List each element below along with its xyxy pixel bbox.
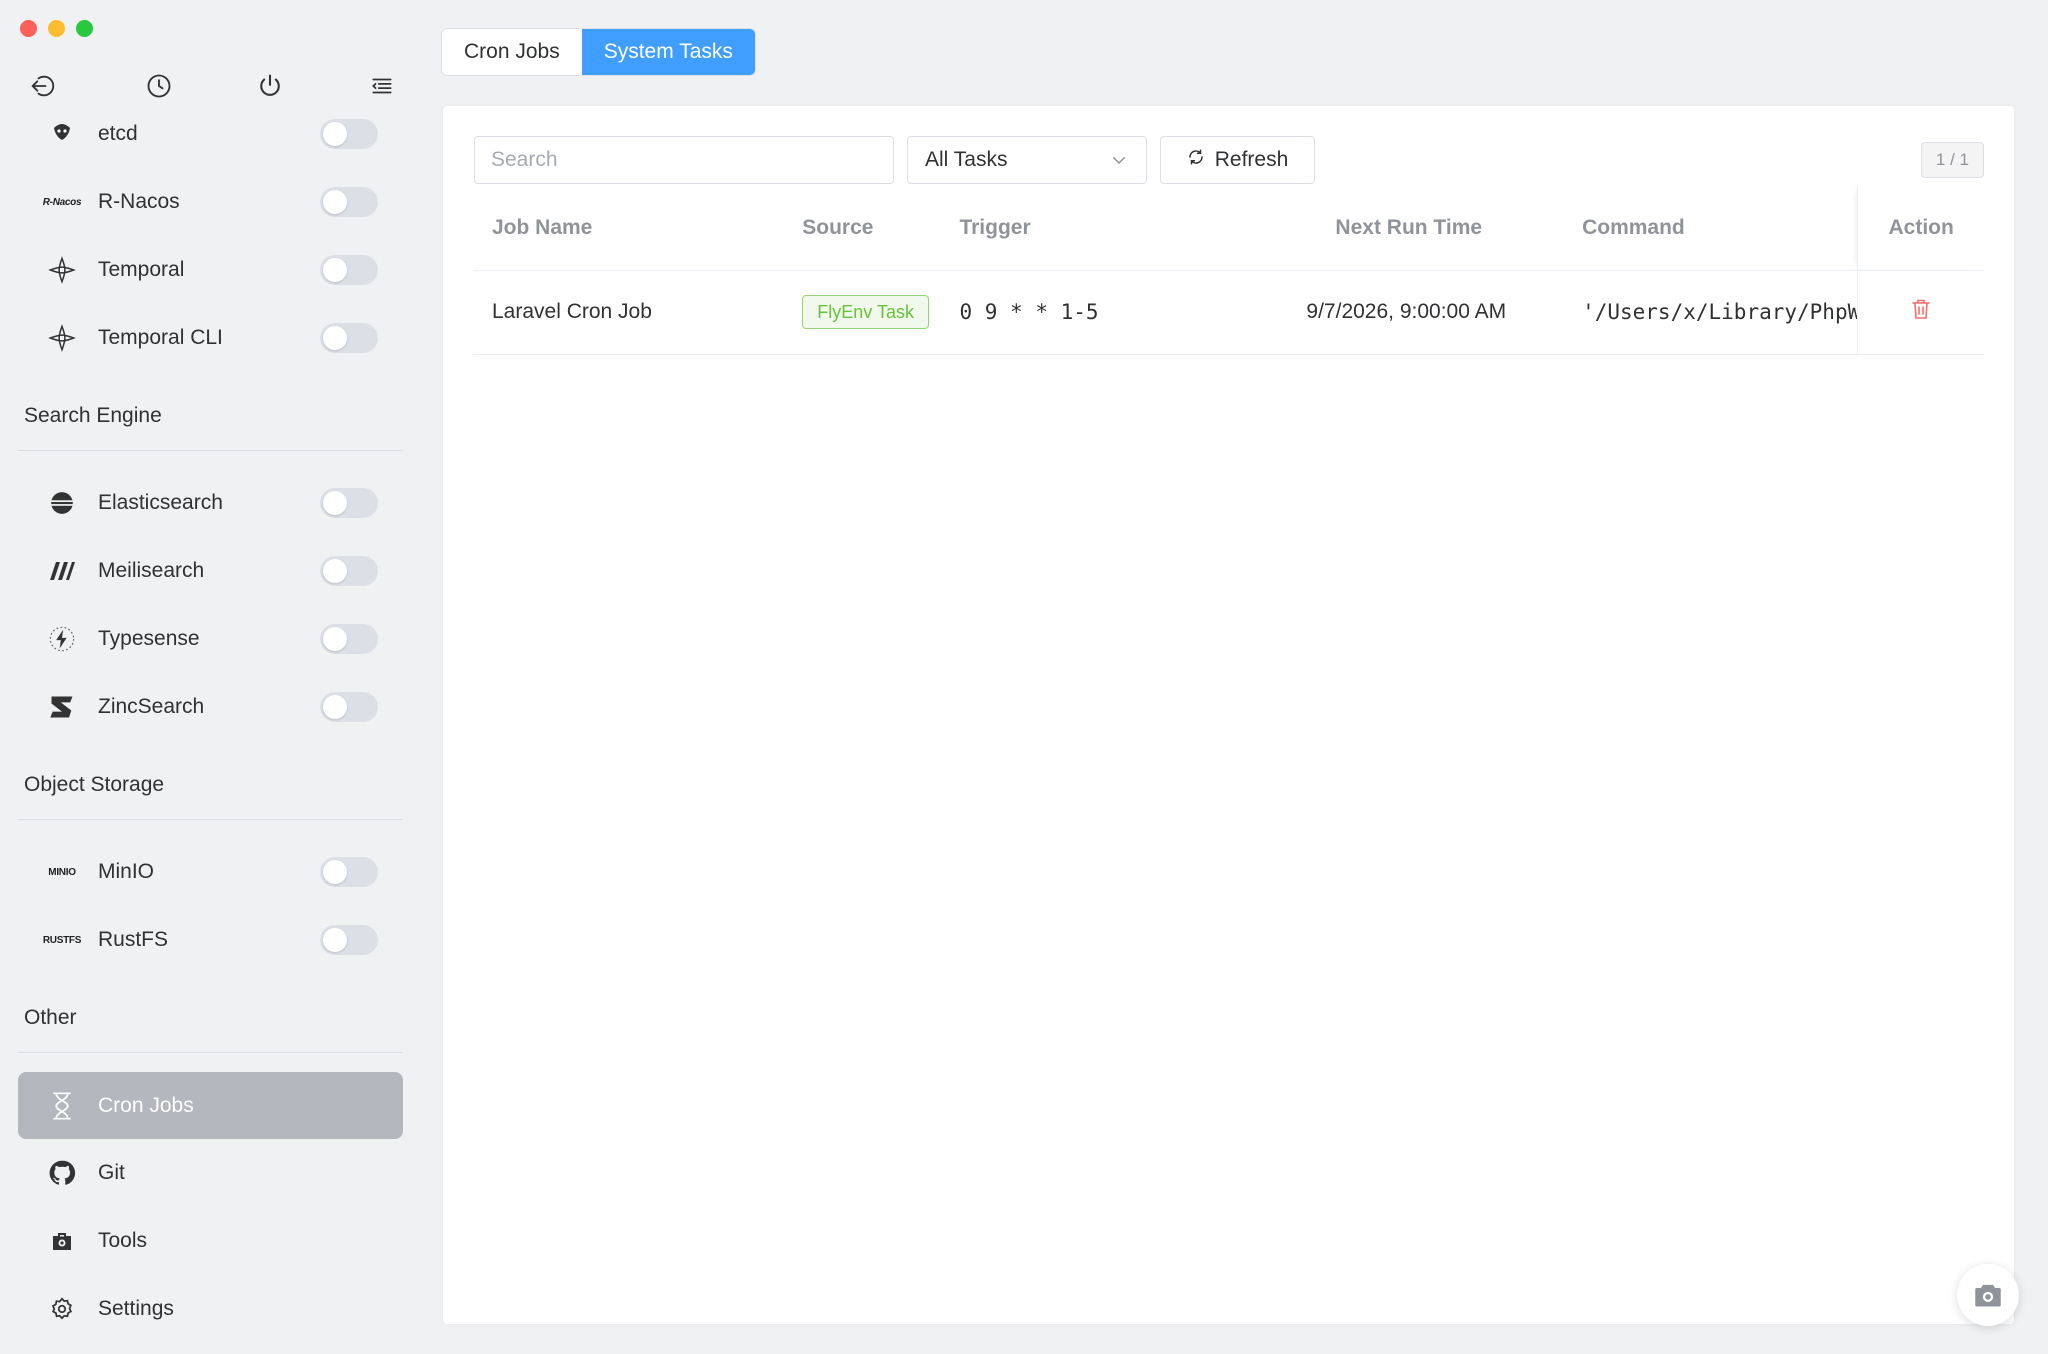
app-window: etcd R-Nacos R-Nacos Temporal Temporal C…: [0, 0, 2048, 1354]
tasks-panel: All Tasks Refresh 1 / 1 Job N: [443, 106, 2014, 1324]
sidebar-item-temporal-cli[interactable]: Temporal CLI: [18, 308, 403, 368]
github-icon: [38, 1158, 86, 1188]
column-header-next-run-time[interactable]: Next Run Time: [1189, 186, 1565, 271]
typesense-icon: [38, 624, 86, 654]
sidebar-item-label: Git: [98, 1161, 125, 1184]
chevron-down-icon: [1110, 151, 1128, 175]
meilisearch-toggle[interactable]: [320, 556, 378, 586]
meilisearch-icon: [38, 556, 86, 586]
temporal-icon: [38, 323, 86, 353]
table-row[interactable]: Laravel Cron Job FlyEnv Task 0 9 * * 1-5…: [474, 270, 1984, 355]
cell-next-run-time: 9/7/2026, 9:00:00 AM: [1189, 270, 1565, 355]
sidebar-item-settings[interactable]: Settings: [18, 1279, 403, 1339]
sidebar-item-typesense[interactable]: Typesense: [18, 609, 403, 669]
sidebar-item-label: Typesense: [98, 627, 200, 650]
exit-icon[interactable]: [24, 68, 60, 104]
sidebar-item-label: Cron Jobs: [98, 1093, 194, 1117]
sidebar-item-etcd[interactable]: etcd: [18, 104, 403, 164]
cell-action: [1857, 270, 1984, 355]
sidebar-item-label: Meilisearch: [98, 559, 205, 582]
cell-trigger: 0 9 * * 1-5: [941, 270, 1190, 355]
sidebar-item-label: etcd: [98, 122, 138, 145]
gear-icon: [38, 1294, 86, 1324]
task-filter-value: All Tasks: [925, 148, 1008, 171]
sidebar-toolbar: [24, 68, 404, 104]
elasticsearch-toggle[interactable]: [320, 488, 378, 518]
sidebar-item-zincsearch[interactable]: ZincSearch: [18, 677, 403, 737]
collapse-menu-icon[interactable]: [364, 68, 400, 104]
refresh-icon: [1187, 148, 1205, 172]
cell-source: FlyEnv Task: [784, 270, 942, 355]
source-tag: FlyEnv Task: [802, 295, 929, 329]
etcd-icon: [38, 119, 86, 149]
power-icon[interactable]: [252, 68, 288, 104]
pagination-indicator: 1 / 1: [1920, 142, 1984, 178]
sidebar-item-label: Elasticsearch: [98, 491, 223, 514]
column-header-command[interactable]: Command: [1564, 186, 1858, 271]
rustfs-toggle[interactable]: [320, 925, 378, 955]
sidebar: etcd R-Nacos R-Nacos Temporal Temporal C…: [0, 0, 420, 1354]
sidebar-item-label: Temporal CLI: [98, 326, 223, 349]
sidebar-item-minio[interactable]: MINIO MinIO: [18, 842, 403, 902]
toolbox-icon: [38, 1226, 86, 1256]
temporal-cli-toggle[interactable]: [320, 323, 378, 353]
refresh-label: Refresh: [1214, 148, 1289, 171]
temporal-toggle[interactable]: [320, 255, 378, 285]
sidebar-item-label: R-Nacos: [98, 190, 180, 213]
sidebar-item-tools[interactable]: Tools: [18, 1211, 403, 1271]
sidebar-item-meilisearch[interactable]: Meilisearch: [18, 541, 403, 601]
section-search-engine: Search Engine: [24, 404, 162, 427]
refresh-button[interactable]: Refresh: [1160, 136, 1315, 184]
elasticsearch-icon: [38, 488, 86, 518]
sidebar-item-label: Temporal: [98, 258, 185, 281]
camera-icon[interactable]: [1957, 1264, 2019, 1326]
minio-logo: MINIO: [48, 866, 76, 878]
tab-system-tasks[interactable]: System Tasks: [581, 29, 755, 75]
r-nacos-logo: R-Nacos: [42, 196, 82, 208]
search-input[interactable]: [474, 136, 894, 184]
section-divider: [18, 819, 403, 820]
minio-toggle[interactable]: [320, 857, 378, 887]
hourglass-icon: [38, 1091, 86, 1121]
column-header-trigger[interactable]: Trigger: [941, 186, 1190, 271]
sidebar-item-cron-jobs[interactable]: Cron Jobs: [18, 1072, 403, 1139]
column-header-action: Action: [1857, 186, 1984, 271]
column-header-source[interactable]: Source: [784, 186, 942, 271]
sidebar-item-label: MinIO: [98, 860, 155, 883]
task-filter-select[interactable]: All Tasks: [907, 136, 1147, 184]
sidebar-item-label: Settings: [98, 1297, 174, 1320]
cell-job-name: Laravel Cron Job: [474, 270, 785, 355]
sidebar-item-elasticsearch[interactable]: Elasticsearch: [18, 473, 403, 533]
column-header-job-name[interactable]: Job Name: [474, 186, 785, 271]
r-nacos-toggle[interactable]: [320, 187, 378, 217]
typesense-toggle[interactable]: [320, 624, 378, 654]
section-other: Other: [24, 1006, 77, 1029]
sidebar-item-git[interactable]: Git: [18, 1143, 403, 1203]
sidebar-item-label: ZincSearch: [98, 695, 205, 718]
zincsearch-toggle[interactable]: [320, 692, 378, 722]
rustfs-logo: RUSTFS: [42, 934, 82, 946]
table-header-row: Job Name Source Trigger Next Run Time Co…: [474, 186, 1984, 271]
view-tabs: Cron Jobs System Tasks: [441, 28, 756, 76]
sidebar-item-rustfs[interactable]: RUSTFS RustFS: [18, 910, 403, 970]
section-divider: [18, 450, 403, 451]
tab-cron-jobs[interactable]: Cron Jobs: [442, 29, 582, 75]
tasks-table: Job Name Source Trigger Next Run Time Co…: [474, 186, 1984, 355]
delete-icon[interactable]: [1911, 298, 1931, 320]
temporal-icon: [38, 255, 86, 285]
section-object-storage: Object Storage: [24, 773, 165, 796]
sidebar-item-temporal[interactable]: Temporal: [18, 240, 403, 300]
sidebar-item-label: Tools: [98, 1229, 148, 1252]
cell-command: '/Users/x/Library/PhpWebStu: [1564, 270, 1858, 355]
section-divider: [18, 1052, 403, 1053]
zincsearch-icon: [38, 692, 86, 722]
sidebar-item-r-nacos[interactable]: R-Nacos R-Nacos: [18, 172, 403, 232]
history-icon[interactable]: [141, 68, 177, 104]
etcd-toggle[interactable]: [320, 119, 378, 149]
sidebar-item-label: RustFS: [98, 928, 169, 951]
